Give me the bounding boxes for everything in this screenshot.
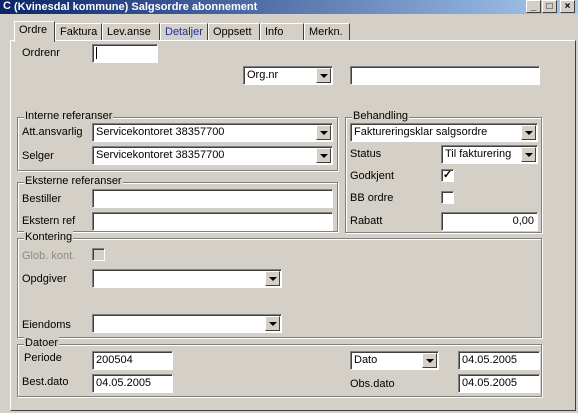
- ordrenr-input[interactable]: [92, 44, 158, 63]
- kontering-title: Kontering: [24, 231, 74, 244]
- godkjent-checkbox[interactable]: ✓: [441, 169, 454, 182]
- status-select[interactable]: Til fakturering: [441, 145, 538, 164]
- glob-kont-checkbox[interactable]: [92, 248, 105, 261]
- chevron-down-icon[interactable]: [316, 148, 331, 163]
- obs-dato-label: Obs.dato: [350, 378, 395, 390]
- att-ansvarlig-value: Servicekontoret 38357700: [92, 123, 333, 142]
- eksterne-referanser-title: Eksterne referanser: [24, 175, 123, 188]
- text-caret: [96, 47, 97, 60]
- tab-merkn[interactable]: Merkn.: [304, 23, 350, 41]
- chevron-down-icon[interactable]: [316, 125, 331, 140]
- best-dato-label: Best.dato: [22, 376, 69, 388]
- chevron-down-icon[interactable]: [521, 125, 536, 140]
- chevron-down-icon[interactable]: [265, 316, 280, 331]
- opdgiver-value: [92, 269, 282, 288]
- ordrenr-label: Ordrenr: [22, 47, 60, 59]
- status-label: Status: [350, 148, 382, 160]
- tab-info[interactable]: Info: [260, 23, 304, 41]
- datoer-title: Datoer: [24, 337, 60, 350]
- ekstern-ref-input[interactable]: [92, 212, 333, 231]
- dato-input[interactable]: 04.05.2005: [458, 351, 540, 370]
- chevron-down-icon[interactable]: [265, 271, 280, 286]
- title-bar: С (Kvinesdal kommune) Salgsordre abonnem…: [0, 0, 578, 14]
- selger-label: Selger: [22, 150, 54, 162]
- behandling-type-value: Faktureringsklar salgsordre: [350, 123, 538, 142]
- selger-value: Servicekontoret 38357700: [92, 146, 333, 165]
- best-dato-input[interactable]: 04.05.2005: [92, 374, 173, 393]
- chevron-down-icon[interactable]: [521, 147, 536, 162]
- glob-kont-label: Glob. kont.: [22, 250, 76, 262]
- interne-referanser-title: Interne referanser: [24, 110, 114, 123]
- tab-ordre[interactable]: Ordre: [14, 21, 55, 42]
- tab-faktura[interactable]: Faktura: [55, 23, 102, 41]
- bestiller-label: Bestiller: [22, 193, 62, 205]
- behandling-type-select[interactable]: Faktureringsklar salgsordre: [350, 123, 538, 142]
- ekstern-ref-label: Ekstern ref: [22, 215, 76, 227]
- godkjent-label: Godkjent: [350, 170, 395, 182]
- bestiller-input[interactable]: [92, 189, 333, 208]
- eiendoms-select[interactable]: [92, 314, 282, 333]
- tab-oppsett[interactable]: Oppsett: [208, 23, 260, 41]
- rabatt-input[interactable]: 0,00: [441, 212, 538, 231]
- periode-label: Periode: [24, 352, 62, 364]
- close-button[interactable]: ×: [560, 0, 575, 13]
- dato-type-select[interactable]: Dato: [350, 351, 439, 370]
- minimize-button[interactable]: _: [526, 0, 541, 13]
- att-ansvarlig-label: Att.ansvarlig: [22, 126, 83, 138]
- periode-input[interactable]: 200504: [92, 351, 173, 370]
- behandling-title: Behandling: [352, 110, 410, 123]
- selger-select[interactable]: Servicekontoret 38357700: [92, 146, 333, 165]
- window-title: (Kvinesdal kommune) Salgsordre abonnemen…: [14, 1, 258, 13]
- att-ansvarlig-select[interactable]: Servicekontoret 38357700: [92, 123, 333, 142]
- eiendoms-label: Eiendoms: [22, 319, 71, 331]
- bb-ordre-checkbox[interactable]: [441, 191, 454, 204]
- opdgiver-label: Opdgiver: [22, 273, 67, 285]
- rabatt-label: Rabatt: [350, 215, 383, 227]
- org-type-select[interactable]: Org.nr: [243, 66, 333, 85]
- bb-ordre-label: BB ordre: [350, 192, 394, 204]
- tab-detaljer[interactable]: Detaljer: [160, 23, 208, 41]
- obs-dato-input[interactable]: 04.05.2005: [458, 374, 540, 393]
- maximize-button[interactable]: □: [542, 0, 557, 13]
- chevron-down-icon[interactable]: [422, 353, 437, 368]
- opdgiver-select[interactable]: [92, 269, 282, 288]
- org-nr-input[interactable]: [350, 66, 540, 85]
- eiendoms-value: [92, 314, 282, 333]
- chevron-down-icon[interactable]: [316, 68, 331, 83]
- tab-levanse[interactable]: Lev.anse: [102, 23, 160, 41]
